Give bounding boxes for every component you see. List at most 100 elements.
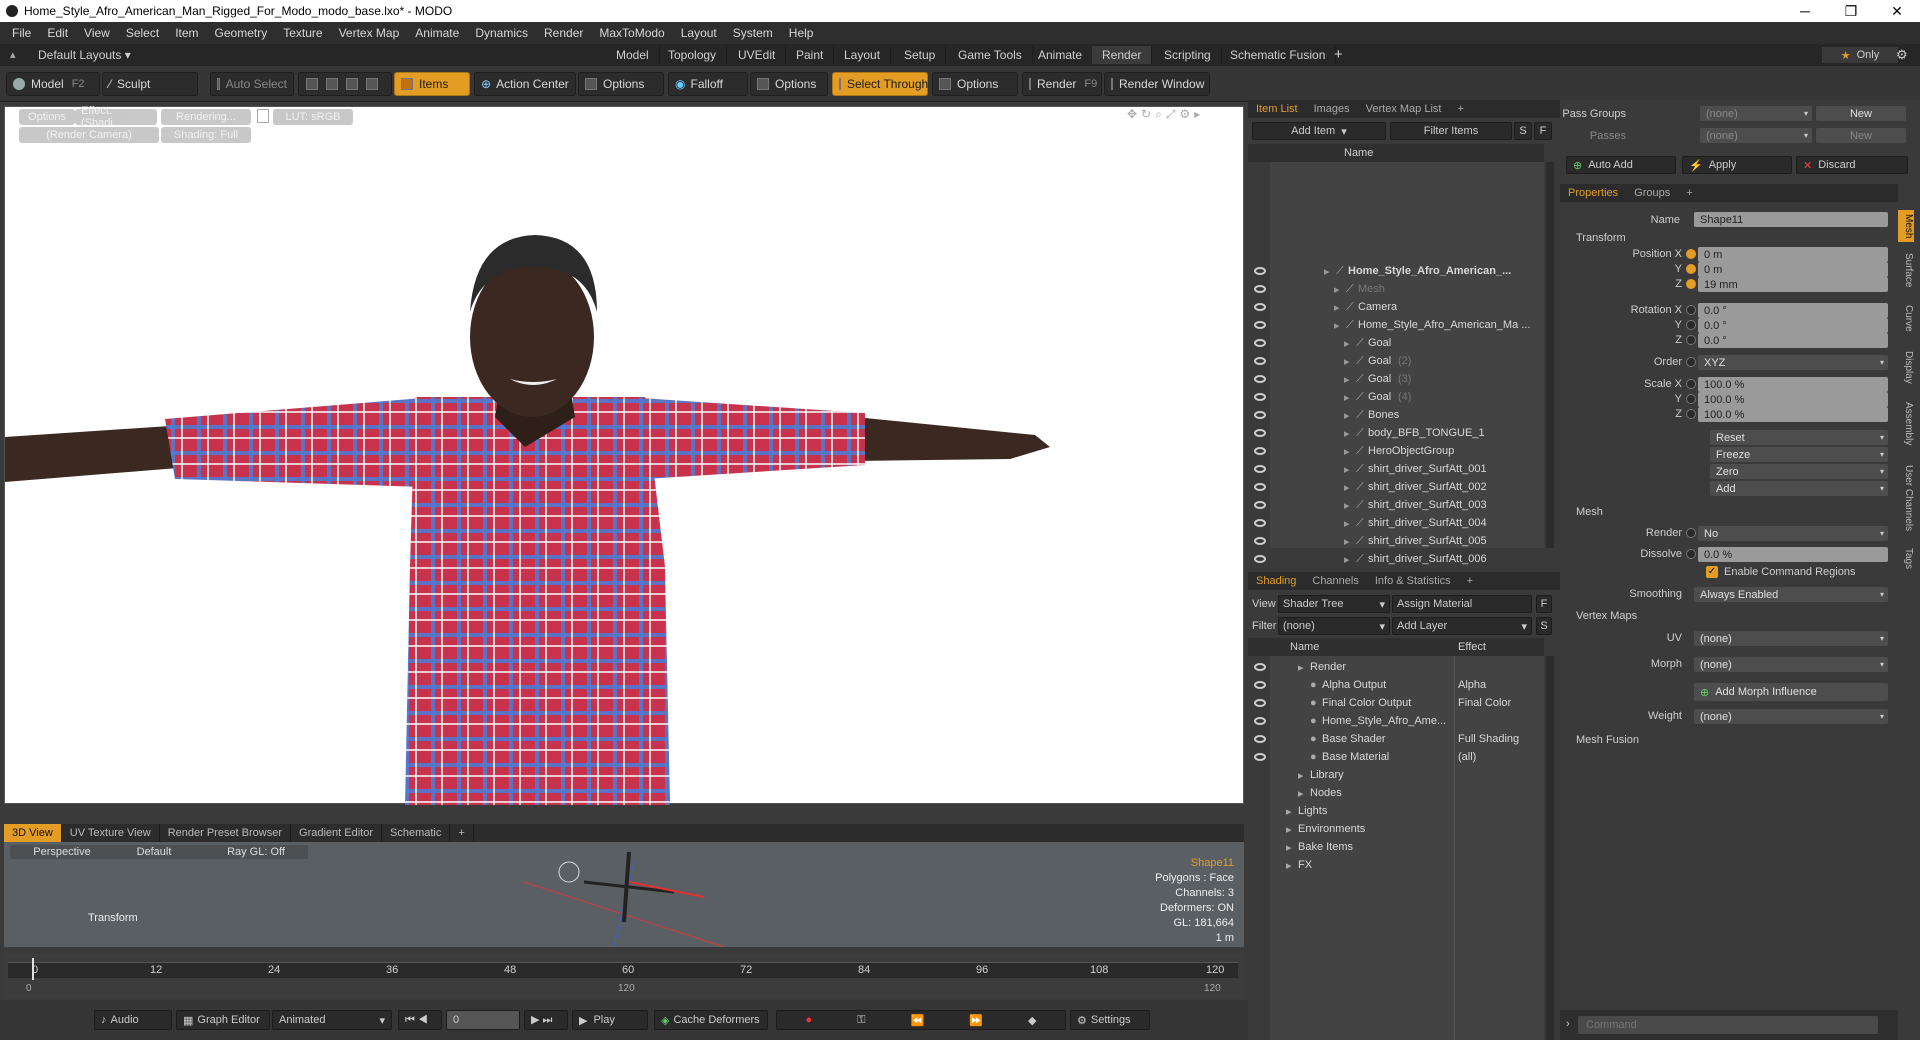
sculpt-button[interactable]: ⁄ Sculpt (102, 72, 198, 96)
expand-arrow-icon[interactable]: ▸ (1344, 391, 1350, 404)
graph-editor-button[interactable]: ▦ Graph Editor (176, 1010, 270, 1030)
key-icon[interactable]: ⚿ (857, 1014, 865, 1027)
shader-row[interactable]: ▸ Nodes (1248, 784, 1544, 802)
command-input[interactable] (1578, 1016, 1878, 1034)
rotation-z-key-icon[interactable] (1686, 335, 1696, 345)
shader-scrollbar[interactable] (1546, 656, 1554, 1040)
step-forward-button[interactable]: ▶ ⏭ (524, 1010, 568, 1030)
add-props-tab-button[interactable]: + (1678, 184, 1700, 202)
tab-paint[interactable]: Paint (786, 46, 835, 64)
scale-y-key-icon[interactable] (1686, 394, 1696, 404)
menu-select[interactable]: Select (118, 26, 167, 40)
item-list-scrollbar[interactable] (1546, 162, 1554, 548)
freeze-dropdown[interactable]: Freeze ▾ (1710, 447, 1888, 462)
tab-item-list[interactable]: Item List (1248, 100, 1306, 118)
order-key-icon[interactable] (1686, 357, 1696, 367)
menu-system[interactable]: System (725, 26, 781, 40)
shader-row[interactable]: ▸ Environments (1248, 820, 1544, 838)
rotation-x-key-icon[interactable] (1686, 305, 1696, 315)
menu-help[interactable]: Help (781, 26, 822, 40)
close-button[interactable]: ✕ (1874, 0, 1920, 22)
polygons-icon[interactable] (346, 78, 358, 90)
add-morph-influence-button[interactable]: ⊕ Add Morph Influence (1694, 683, 1888, 701)
layout-menu-icon[interactable]: ▴ (10, 48, 16, 61)
model-mode-button[interactable]: Model F2 (6, 72, 100, 96)
keyframe-tools[interactable]: ● ⚿ ⏪ ⏩ ◆ (776, 1010, 1066, 1030)
shader-row[interactable]: ▸ FX (1248, 856, 1544, 874)
visibility-eye-icon[interactable] (1254, 303, 1266, 311)
3d-view-viewport[interactable]: Perspective Default Ray GL: Off Transfor… (4, 842, 1244, 947)
morph-dropdown[interactable]: (none) ▾ (1694, 657, 1888, 672)
raygl-button[interactable]: Ray GL: Off (204, 845, 308, 859)
rotation-x-input[interactable]: 0.0 ° (1698, 303, 1888, 318)
add-item-dropdown[interactable]: Add Item ▾ (1252, 122, 1386, 140)
play-button[interactable]: ▶ Play (572, 1010, 648, 1030)
shader-row[interactable]: ● Final Color Output Final Color (1248, 694, 1544, 712)
visibility-eye-icon[interactable] (1254, 411, 1266, 419)
tab-properties[interactable]: Properties (1560, 184, 1626, 202)
vertex-maps-section[interactable]: Vertex Maps (1576, 610, 1637, 622)
reset-dropdown[interactable]: Reset ▾ (1710, 430, 1888, 445)
item-row[interactable]: ▸ ⟋ shirt_driver_SurfAtt_001 (1248, 460, 1544, 478)
auto-add-button[interactable]: ⊕ Auto Add (1566, 156, 1676, 174)
smoothing-dropdown[interactable]: Always Enabled ▾ (1694, 587, 1888, 602)
falloff-options-button[interactable]: Options (750, 72, 828, 96)
edges-icon[interactable] (326, 78, 338, 90)
menu-dynamics[interactable]: Dynamics (467, 26, 536, 40)
default-shading-button[interactable]: Default (102, 845, 206, 859)
add-layer-dropdown[interactable]: Add Layer ▾ (1392, 617, 1532, 635)
filter-items-input[interactable]: Filter Items (1390, 122, 1512, 140)
auto-select-button[interactable]: Auto Select (210, 72, 294, 96)
shader-row[interactable]: ● Base Material (all) (1248, 748, 1544, 766)
mesh-section[interactable]: Mesh (1576, 506, 1603, 518)
gear-icon[interactable]: ⚙ (1896, 47, 1908, 63)
minimize-button[interactable]: ─ (1782, 0, 1828, 22)
tab-uv-texture-view[interactable]: UV Texture View (62, 824, 160, 842)
menu-layout[interactable]: Layout (673, 26, 725, 40)
dissolve-key-icon[interactable] (1686, 549, 1696, 559)
audio-button[interactable]: ♪ Audio (94, 1010, 172, 1030)
expand-arrow-icon[interactable]: ▸ (1334, 301, 1340, 314)
render-dropdown[interactable]: No ▾ (1698, 526, 1888, 541)
item-row[interactable]: ▸ ⟋ Bones (1248, 406, 1544, 424)
render-viewport[interactable]: Options Effect: (Shadi... Rendering... L… (4, 105, 1244, 805)
visibility-eye-icon[interactable] (1254, 483, 1266, 491)
visibility-eye-icon[interactable] (1254, 537, 1266, 545)
set-key-icon[interactable]: ◆ (1028, 1014, 1036, 1027)
item-row[interactable]: ▸ ⟋ Home_Style_Afro_American_... (1248, 262, 1544, 280)
visibility-eye-icon[interactable] (1254, 681, 1266, 689)
tab-info-statistics[interactable]: Info & Statistics (1367, 572, 1459, 590)
tab-images[interactable]: Images (1306, 100, 1358, 118)
render-key-icon[interactable] (1686, 528, 1696, 538)
shader-row[interactable]: ▸ Library (1248, 766, 1544, 784)
expand-arrow-icon[interactable]: ▸ (1344, 445, 1350, 458)
pass-groups-dropdown[interactable]: (none) ▾ (1700, 106, 1812, 121)
shading-f-button[interactable]: F (1536, 595, 1552, 613)
item-row[interactable]: ▸ ⟋ shirt_driver_SurfAtt_003 (1248, 496, 1544, 514)
position-z-input[interactable]: 19 mm (1698, 277, 1888, 292)
visibility-eye-icon[interactable] (1254, 519, 1266, 527)
visibility-eye-icon[interactable] (1254, 285, 1266, 293)
expand-arrow-icon[interactable]: ▸ (1324, 265, 1330, 278)
filter-toggle-button[interactable]: F (1534, 122, 1552, 140)
expand-arrow-icon[interactable]: ▸ (1344, 463, 1350, 476)
add-viewport-tab-button[interactable]: + (450, 824, 474, 842)
command-history-icon[interactable]: › (1566, 1018, 1570, 1030)
shader-row[interactable]: ● Home_Style_Afro_Ame... (1248, 712, 1544, 730)
action-center-options-button[interactable]: Options (578, 72, 664, 96)
tab-animate[interactable]: Animate (1028, 46, 1094, 64)
materials-icon[interactable] (366, 78, 378, 90)
tab-shading[interactable]: Shading (1248, 572, 1304, 590)
playhead[interactable] (32, 958, 34, 980)
menu-file[interactable]: File (4, 26, 39, 40)
visibility-eye-icon[interactable] (1254, 321, 1266, 329)
shader-tree-dropdown[interactable]: Shader Tree ▾ (1278, 595, 1390, 613)
tab-channels[interactable]: Channels (1304, 572, 1366, 590)
position-z-key-icon[interactable] (1686, 279, 1696, 289)
frame-input[interactable]: 0 (446, 1010, 520, 1030)
visibility-eye-icon[interactable] (1254, 339, 1266, 347)
select-through-button[interactable]: Select Through (832, 72, 928, 96)
tab-gradient-editor[interactable]: Gradient Editor (291, 824, 382, 842)
item-row[interactable]: ▸ ⟋ HeroObjectGroup (1248, 442, 1544, 460)
item-row[interactable]: ▸ ⟋ shirt_driver_SurfAtt_002 (1248, 478, 1544, 496)
